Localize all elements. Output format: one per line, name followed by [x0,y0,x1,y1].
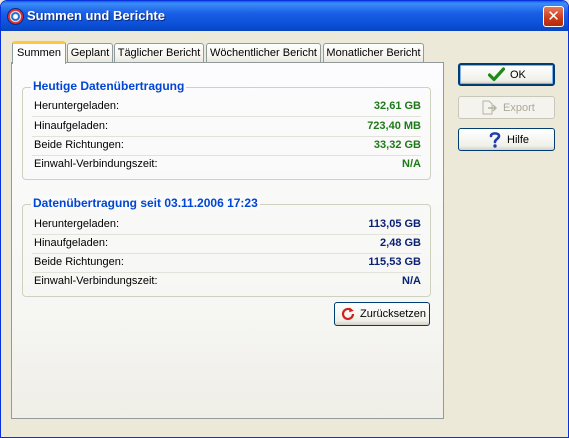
divider [32,272,421,273]
help-button-label: Hilfe [507,133,530,146]
tab-taeglicher-bericht[interactable]: Täglicher Bericht [114,43,204,62]
tab-label: Wöchentlicher Bericht [210,47,317,59]
ok-button-label: OK [510,68,526,81]
today-both-value: 33,32 GB [373,139,421,151]
since-download-value: 113,05 GB [368,218,421,230]
refresh-icon [341,307,355,321]
question-icon [489,132,501,148]
tab-geplant[interactable]: Geplant [67,43,113,62]
reset-button[interactable]: Zurücksetzen [334,302,430,326]
today-upload-label: Hinaufgeladen: [34,120,109,132]
since-dialup-value: N/A [402,275,421,287]
divider [32,253,421,254]
export-button-label: Export [503,101,535,114]
divider [32,155,421,156]
since-dialup-label: Einwahl-Verbindungszeit: [34,275,158,287]
tab-label: Summen [16,47,62,59]
tab-monatlicher-bericht[interactable]: Monatlicher Bericht [323,43,424,62]
today-dialup-label: Einwahl-Verbindungszeit: [34,158,158,170]
since-upload-label: Hinaufgeladen: [34,237,109,249]
title-bar[interactable]: Summen und Berichte ✕ [1,1,568,31]
help-button[interactable]: Hilfe [458,128,555,151]
today-both-label: Beide Richtungen: [34,139,124,151]
export-icon [482,100,497,115]
tab-woechentlicher-bericht[interactable]: Wöchentlicher Bericht [206,43,321,62]
ok-button[interactable]: OK [458,63,555,86]
since-download-label: Heruntergeladen: [34,218,120,230]
since-both-value: 115,53 GB [368,256,421,268]
close-icon: ✕ [547,8,560,25]
since-upload-value: 2,48 GB [380,237,421,249]
since-both-label: Beide Richtungen: [34,256,124,268]
tab-label: Täglicher Bericht [117,47,201,59]
divider [32,136,421,137]
tab-label: Monatlicher Bericht [326,47,421,59]
divider [32,116,421,117]
window-title: Summen und Berichte [27,8,165,23]
today-download-label: Heruntergeladen: [34,100,120,112]
export-button[interactable]: Export [458,96,555,119]
reset-button-label: Zurücksetzen [360,308,427,320]
since-transfer-title: Datenübertragung seit 03.11.2006 17:23 [31,196,260,210]
tab-summen[interactable]: Summen [12,41,66,64]
app-icon [7,8,24,25]
today-upload-value: 723,40 MB [367,120,421,132]
close-button[interactable]: ✕ [543,6,564,27]
today-download-value: 32,61 GB [373,100,421,112]
tab-label: Geplant [70,47,110,59]
today-transfer-title: Heutige Datenübertragung [31,79,187,93]
checkmark-icon [488,67,505,82]
divider [32,234,421,235]
today-dialup-value: N/A [402,158,421,170]
